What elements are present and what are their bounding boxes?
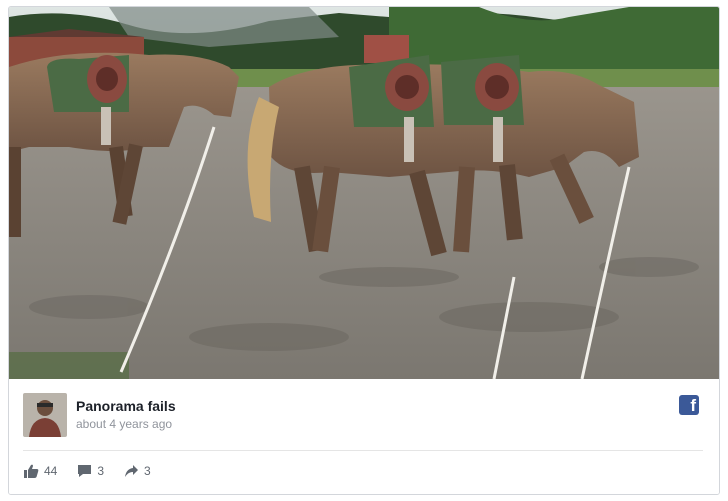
like-button[interactable]: 44 xyxy=(24,464,57,478)
comment-count: 3 xyxy=(97,464,105,478)
avatar[interactable] xyxy=(23,393,67,437)
post-card: Panorama fails about 4 years ago f 44 3 xyxy=(8,6,720,495)
thumbs-up-icon xyxy=(24,464,39,478)
action-bar: 44 3 3 xyxy=(24,464,151,478)
post-timestamp[interactable]: about 4 years ago xyxy=(76,417,172,431)
share-arrow-icon xyxy=(125,465,139,477)
post-footer: Panorama fails about 4 years ago f 44 3 xyxy=(9,379,719,494)
divider xyxy=(23,450,703,451)
like-count: 44 xyxy=(44,464,58,478)
speech-bubble-icon xyxy=(78,465,92,477)
facebook-icon[interactable]: f xyxy=(679,395,699,415)
user-avatar-image xyxy=(23,393,67,437)
comment-button[interactable]: 3 xyxy=(77,464,104,478)
horses-panorama-image xyxy=(9,7,719,379)
share-count: 3 xyxy=(144,464,151,478)
share-button[interactable]: 3 xyxy=(124,464,151,478)
post-title[interactable]: Panorama fails xyxy=(76,398,176,414)
post-photo[interactable] xyxy=(9,7,719,379)
